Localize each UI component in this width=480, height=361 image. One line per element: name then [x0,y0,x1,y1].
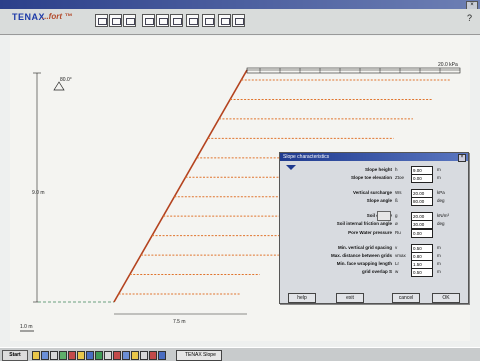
field-symbol: w [395,269,399,274]
field-symbol: Ru [395,230,401,235]
quicklaunch-notes-icon[interactable] [77,351,85,360]
field-symbol: Lr [395,261,400,266]
dialog-field-row: Slope angle ß 80.00 deg [280,197,468,206]
field-label: Slope angle [366,198,392,203]
app-logo: TENAX [12,12,46,22]
report-icon[interactable] [202,14,215,27]
grid-icon[interactable] [123,14,136,27]
dialog-field-row: grid overlap Sw 0.50 m [280,268,468,277]
field-symbol: ß [395,198,398,203]
base-label: 7.5 m [173,319,186,325]
field-input[interactable]: 0.00 [411,229,433,238]
quicklaunch-media-icon[interactable] [113,351,121,360]
start-button[interactable]: Start [2,350,28,361]
field-unit: m [437,167,441,172]
print-icon[interactable] [170,14,183,27]
field-label: Min. vertical grid spacing [337,245,392,250]
height-label: 9.0 m [32,190,45,196]
field-label: Min. face wrapping length [336,261,392,266]
field-unit: deg [437,221,445,226]
settings-icon[interactable] [232,14,245,27]
field-unit: kPa [437,190,445,195]
slope-angle-label: 80.0° [60,77,72,83]
taskbar-item-tenax-slope[interactable]: TENAX Slope [176,350,222,361]
quicklaunch-disk-icon[interactable] [158,351,166,360]
surcharge-box [246,67,461,74]
field-input[interactable]: 30.00 [411,220,433,229]
field-symbol: Ztoe [395,175,405,180]
quicklaunch-browser-icon[interactable] [41,351,49,360]
quicklaunch-excel-icon[interactable] [95,351,103,360]
quicklaunch-calc-icon[interactable] [104,351,112,360]
field-unit: m [437,175,441,180]
quicklaunch-app-icon[interactable] [59,351,67,360]
field-unit: kN/m³ [437,213,449,218]
info-icon[interactable] [218,14,231,27]
field-label: Slope height [365,167,392,172]
field-label: Soil internal friction angle [336,221,392,226]
field-symbol: v [395,245,398,250]
quicklaunch-network-icon[interactable] [122,351,130,360]
exit-button[interactable]: exit [336,293,364,303]
dialog-field-row: Slope toe elevation Ztoe 0.00 m [280,174,468,183]
quicklaunch-word-icon[interactable] [86,351,94,360]
quicklaunch-mail-icon[interactable] [68,351,76,360]
dialog-title: Slope characteristics [280,153,468,161]
dialog-close-button[interactable]: × [458,154,466,162]
help-icon[interactable]: ? [467,13,472,23]
dialog-field-row: Soil internal friction angle ø 30.00 deg [280,220,468,229]
surcharge-ticks [259,68,441,73]
field-label: Max. distance between grids [330,253,392,258]
title-bar: × [0,0,480,10]
field-unit: m [437,261,441,266]
data-icon[interactable] [142,14,155,27]
ok-button[interactable]: OK [432,293,460,303]
field-symbol: vmax [395,253,406,258]
surcharge-label: 20.0 kPa [438,62,458,68]
quicklaunch-folder-icon[interactable] [32,351,40,360]
field-symbol: h [395,167,398,172]
slope-characteristics-dialog: Slope characteristics × Slope height h 9.0… [279,152,469,304]
dialog-field-row: Pore Water pressure Ru 0.00 [280,229,468,238]
field-label: grid overlap S [361,269,392,274]
quicklaunch-desktop-icon[interactable] [50,351,58,360]
help-button[interactable]: help [288,293,316,303]
taskbar: Start TENAX Slope [0,347,480,361]
scale-label: 1.0 m [20,324,33,330]
quicklaunch-tool-icon[interactable] [140,351,148,360]
field-input[interactable]: 80.00 [411,197,433,206]
field-symbol: Ws [395,190,402,195]
field-label: Vertical surcharge [352,190,392,195]
cancel-button[interactable]: cancel [392,293,420,303]
app-logo-sub: ...fort ™ [42,12,73,21]
calc-icon[interactable] [186,14,199,27]
field-symbol: ø [395,221,398,226]
save-icon[interactable] [109,14,122,27]
field-unit: m [437,253,441,258]
quicklaunch-help-icon[interactable] [131,351,139,360]
quicklaunch-paint-icon[interactable] [149,351,157,360]
field-unit: deg [437,198,445,203]
application-window: × TENAX ...fort ™ ? 80.0° 9.0 m 20.0 kPa… [0,0,480,361]
field-unit: m [437,245,441,250]
table-icon[interactable] [156,14,169,27]
field-input[interactable]: 0.00 [411,174,433,183]
field-input[interactable]: 0.50 [411,268,433,277]
field-label: Slope toe elevation [350,175,392,180]
slope-face [113,69,248,303]
field-unit: m [437,269,441,274]
field-label: Pore Water pressure [348,230,392,235]
field-symbol: g [395,213,398,218]
open-icon[interactable] [95,14,108,27]
slope-angle-icon [53,81,65,91]
